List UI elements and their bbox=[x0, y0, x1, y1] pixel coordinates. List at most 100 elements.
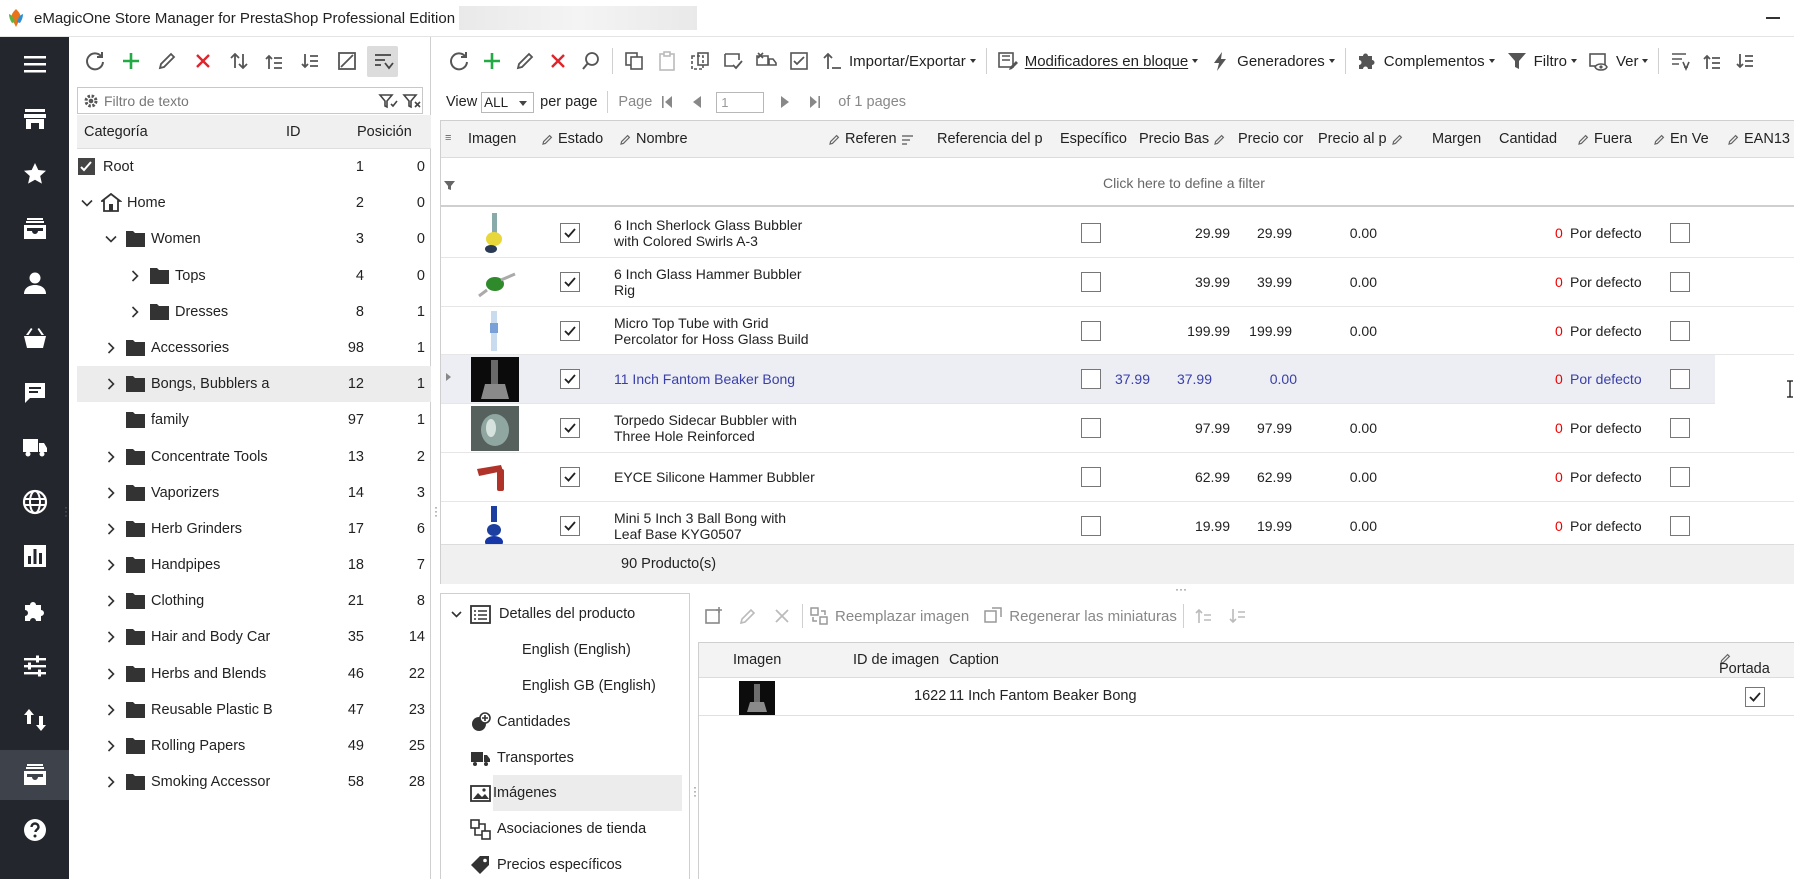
col-category[interactable]: Categoría bbox=[84, 124, 148, 140]
category-row[interactable]: Clothing 21 8 bbox=[77, 583, 431, 619]
details-english[interactable]: English (English) bbox=[441, 632, 689, 668]
add-image-button[interactable] bbox=[700, 602, 728, 630]
nav-products[interactable] bbox=[0, 750, 69, 800]
first-page-button[interactable] bbox=[652, 95, 682, 109]
add-product-button[interactable] bbox=[477, 46, 507, 77]
table-row[interactable]: Micro Top Tube with Grid Percolator for H… bbox=[441, 307, 1794, 356]
nav-customers[interactable] bbox=[0, 258, 69, 308]
table-row[interactable]: 11 Inch Fantom Beaker Bong 37.99 37.99 0.00… bbox=[441, 355, 1715, 405]
col-image-id[interactable]: ID de imagen bbox=[853, 652, 939, 668]
specific-checkbox[interactable] bbox=[1081, 320, 1101, 341]
cover-checkbox[interactable] bbox=[1745, 687, 1765, 707]
status-checkbox[interactable] bbox=[560, 418, 580, 439]
category-row[interactable]: Concentrate Tools 13 2 bbox=[77, 439, 431, 475]
cat-expand-button[interactable] bbox=[259, 46, 290, 77]
nav-localization[interactable] bbox=[0, 477, 69, 527]
status-checkbox[interactable] bbox=[560, 223, 580, 243]
nav-orders[interactable] bbox=[0, 204, 69, 254]
delete-image-button[interactable] bbox=[768, 602, 796, 630]
category-row[interactable]: Vaporizers 14 3 bbox=[77, 475, 431, 511]
expand-all-button[interactable] bbox=[1698, 46, 1728, 77]
on-sale-checkbox[interactable] bbox=[1670, 466, 1690, 487]
col-cantidad[interactable]: Cantidad bbox=[1499, 131, 1557, 147]
specific-checkbox[interactable] bbox=[1081, 223, 1101, 243]
chevron-down-icon[interactable] bbox=[81, 197, 93, 209]
category-row[interactable]: Root 1 0 bbox=[77, 149, 431, 185]
category-row[interactable]: Bongs, Bubblers a 12 1 bbox=[77, 366, 431, 403]
category-row[interactable]: Smoking Accessor 58 28 bbox=[77, 764, 431, 800]
mark-button[interactable] bbox=[784, 46, 814, 77]
last-page-button[interactable] bbox=[800, 95, 830, 109]
move-down-button[interactable] bbox=[1224, 602, 1252, 630]
col-referencia[interactable]: Referencia del p bbox=[937, 131, 1042, 147]
nav-store[interactable] bbox=[0, 94, 69, 144]
cat-delete-button[interactable] bbox=[187, 46, 218, 77]
category-row[interactable]: Handpipes 18 7 bbox=[77, 547, 431, 583]
assign-button[interactable] bbox=[718, 46, 748, 77]
chevron-right-icon[interactable] bbox=[105, 523, 117, 535]
col-image[interactable]: Imagen bbox=[733, 652, 781, 668]
chevron-right-icon[interactable] bbox=[129, 306, 141, 318]
col-imagen[interactable]: Imagen bbox=[468, 131, 516, 147]
chevron-right-icon[interactable] bbox=[105, 668, 117, 680]
refresh-button[interactable] bbox=[444, 46, 474, 77]
chevron-down-icon[interactable] bbox=[105, 233, 117, 245]
nav-settings[interactable] bbox=[0, 641, 69, 691]
category-row[interactable]: family 97 1 bbox=[77, 402, 431, 438]
details-english-gb[interactable]: English GB (English) bbox=[441, 668, 689, 704]
category-row[interactable]: Reusable Plastic B 47 23 bbox=[77, 692, 431, 728]
nav-import-export[interactable] bbox=[0, 695, 69, 745]
table-row[interactable]: EYCE Silicone Hammer Bubbler 62.99 62.99 0.… bbox=[441, 453, 1794, 502]
col-nombre[interactable]: Nombre bbox=[619, 131, 688, 147]
col-id[interactable]: ID bbox=[286, 124, 301, 140]
chevron-right-icon[interactable] bbox=[105, 704, 117, 716]
chevron-right-icon[interactable] bbox=[105, 559, 117, 571]
menu-button[interactable] bbox=[0, 39, 69, 89]
details-shop-assoc[interactable]: Asociaciones de tienda bbox=[441, 811, 689, 847]
specific-checkbox[interactable] bbox=[1081, 515, 1101, 536]
chevron-right-icon[interactable] bbox=[105, 487, 117, 499]
generators-menu[interactable]: Generadores bbox=[1205, 46, 1339, 77]
col-referen[interactable]: Referen bbox=[828, 131, 914, 147]
details-shipping[interactable]: Transportes bbox=[441, 740, 689, 776]
nav-help[interactable] bbox=[0, 805, 69, 855]
chevron-right-icon[interactable] bbox=[105, 631, 117, 644]
category-row[interactable]: Accessories 98 1 bbox=[77, 330, 431, 366]
category-row[interactable]: Tops 4 0 bbox=[77, 258, 431, 294]
cat-move-button[interactable] bbox=[223, 46, 254, 77]
on-sale-checkbox[interactable] bbox=[1670, 418, 1690, 439]
status-checkbox[interactable] bbox=[560, 271, 580, 292]
chevron-right-icon[interactable] bbox=[105, 342, 117, 354]
edit-product-button[interactable] bbox=[510, 46, 540, 77]
category-filter-input[interactable] bbox=[104, 92, 374, 109]
category-row[interactable]: Home 2 0 bbox=[77, 185, 431, 221]
gear-icon[interactable] bbox=[82, 92, 100, 110]
table-row[interactable]: 6 Inch Sherlock Glass Bubbler with Colore… bbox=[441, 209, 1794, 258]
status-checkbox[interactable] bbox=[560, 466, 580, 487]
category-row[interactable]: Herb Grinders 17 6 bbox=[77, 511, 431, 547]
chevron-right-icon[interactable] bbox=[105, 450, 117, 463]
table-row[interactable]: 6 Inch Glass Hammer Bubbler Rig 39.99 39.99… bbox=[441, 258, 1794, 307]
sort-az-button[interactable] bbox=[1665, 46, 1695, 77]
import-export-menu[interactable]: Importar/Exportar bbox=[817, 46, 980, 77]
details-specific-prices[interactable]: Precios específicos bbox=[441, 847, 689, 879]
col-especifico[interactable]: Específico bbox=[1060, 131, 1127, 147]
per-page-select[interactable]: ALL bbox=[481, 91, 535, 113]
filter-menu[interactable]: Filtro bbox=[1502, 46, 1581, 77]
nav-addons[interactable] bbox=[0, 586, 69, 636]
status-checkbox[interactable] bbox=[560, 369, 580, 390]
cat-image-button[interactable] bbox=[331, 46, 362, 77]
chevron-right-icon[interactable] bbox=[105, 740, 117, 752]
splitter-handle[interactable]: ··· bbox=[62, 501, 70, 521]
page-number-input[interactable]: 1 bbox=[716, 91, 765, 113]
minimize-button[interactable] bbox=[1766, 17, 1780, 19]
grid-filter-row[interactable]: Click here to define a filter bbox=[441, 158, 1794, 207]
status-checkbox[interactable] bbox=[560, 320, 580, 341]
col-precio-al[interactable]: Precio al p bbox=[1318, 131, 1406, 147]
nav-carts[interactable] bbox=[0, 313, 69, 363]
details-images[interactable]: Imágenes bbox=[470, 775, 682, 811]
col-estado[interactable]: Estado bbox=[541, 131, 603, 147]
col-en-venta[interactable]: En Ve bbox=[1653, 131, 1719, 147]
mass-modify-menu[interactable]: Modificadores en bloque bbox=[993, 46, 1202, 77]
col-cover[interactable]: Portada bbox=[1719, 652, 1770, 677]
